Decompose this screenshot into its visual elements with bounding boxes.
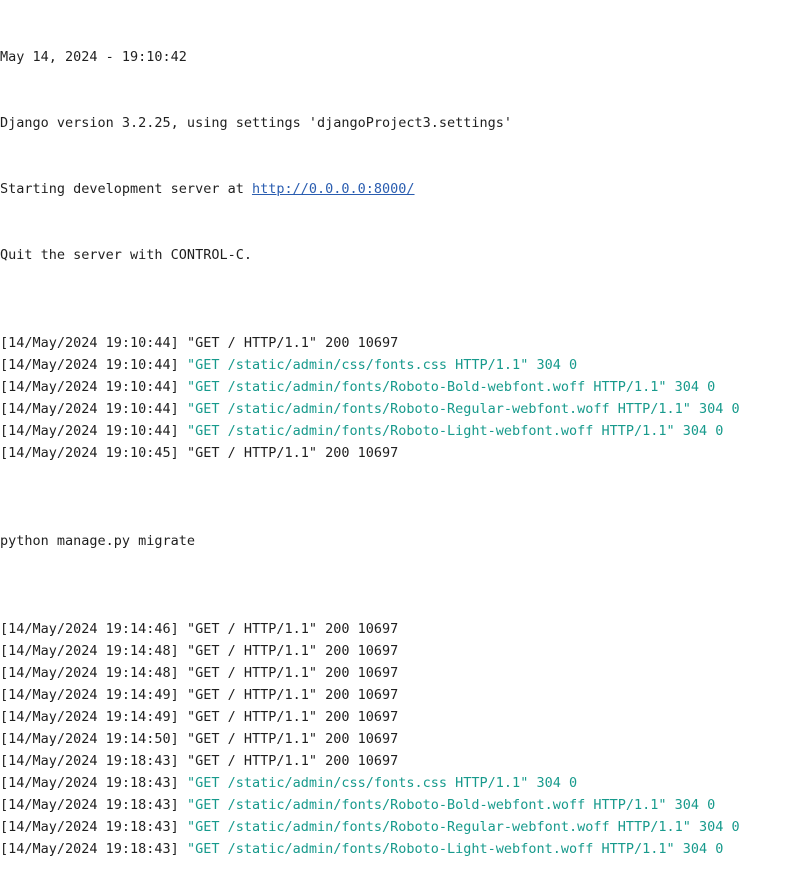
server-url-link[interactable]: http://0.0.0.0:8000/ xyxy=(252,181,415,197)
version-line: Django version 3.2.25, using settings 'd… xyxy=(0,115,513,131)
log-timestamp: [14/May/2024 19:10:44] xyxy=(0,401,179,417)
log-timestamp: [14/May/2024 19:10:45] xyxy=(0,445,179,461)
log-block-2: [14/May/2024 19:14:46] "GET / HTTP/1.1" … xyxy=(0,618,802,860)
log-line: [14/May/2024 19:18:43] "GET /static/admi… xyxy=(0,794,802,816)
log-line: [14/May/2024 19:18:43] "GET / HTTP/1.1" … xyxy=(0,750,802,772)
quit-line: Quit the server with CONTROL-C. xyxy=(0,247,252,263)
log-timestamp: [14/May/2024 19:14:48] xyxy=(0,665,179,681)
log-line: [14/May/2024 19:10:44] "GET / HTTP/1.1" … xyxy=(0,332,802,354)
log-request: "GET /static/admin/fonts/Roboto-Light-we… xyxy=(186,841,724,857)
log-line: [14/May/2024 19:10:44] "GET /static/admi… xyxy=(0,398,802,420)
log-block-1: [14/May/2024 19:10:44] "GET / HTTP/1.1" … xyxy=(0,332,802,464)
log-timestamp: [14/May/2024 19:14:49] xyxy=(0,687,179,703)
server-start-text: Starting development server at xyxy=(0,181,252,197)
command-line: python manage.py migrate xyxy=(0,533,196,549)
log-line: [14/May/2024 19:18:43] "GET /static/admi… xyxy=(0,838,802,860)
log-request: "GET / HTTP/1.1" 200 10697 xyxy=(186,731,399,747)
log-line: [14/May/2024 19:14:48] "GET / HTTP/1.1" … xyxy=(0,640,802,662)
log-timestamp: [14/May/2024 19:18:43] xyxy=(0,841,179,857)
log-line: [14/May/2024 19:10:44] "GET /static/admi… xyxy=(0,376,802,398)
log-line: [14/May/2024 19:18:43] "GET /static/admi… xyxy=(0,816,802,838)
log-line: [14/May/2024 19:14:48] "GET / HTTP/1.1" … xyxy=(0,662,802,684)
log-timestamp: [14/May/2024 19:14:50] xyxy=(0,731,179,747)
log-timestamp: [14/May/2024 19:10:44] xyxy=(0,335,179,351)
log-line: [14/May/2024 19:10:44] "GET /static/admi… xyxy=(0,354,802,376)
log-timestamp: [14/May/2024 19:10:44] xyxy=(0,357,179,373)
log-request: "GET /static/admin/fonts/Roboto-Bold-web… xyxy=(186,797,716,813)
log-request: "GET /static/admin/fonts/Roboto-Light-we… xyxy=(186,423,724,439)
log-timestamp: [14/May/2024 19:18:43] xyxy=(0,775,179,791)
log-timestamp: [14/May/2024 19:14:49] xyxy=(0,709,179,725)
log-line: [14/May/2024 19:14:49] "GET / HTTP/1.1" … xyxy=(0,706,802,728)
log-line: [14/May/2024 19:14:50] "GET / HTTP/1.1" … xyxy=(0,728,802,750)
log-request: "GET /static/admin/fonts/Roboto-Bold-web… xyxy=(186,379,716,395)
log-request: "GET / HTTP/1.1" 200 10697 xyxy=(186,621,399,637)
log-timestamp: [14/May/2024 19:14:46] xyxy=(0,621,179,637)
console-output: May 14, 2024 - 19:10:42 Django version 3… xyxy=(0,2,802,882)
log-request: "GET /static/admin/css/fonts.css HTTP/1.… xyxy=(186,775,578,791)
log-timestamp: [14/May/2024 19:18:43] xyxy=(0,797,179,813)
server-start-line: Starting development server at http://0.… xyxy=(0,178,802,200)
log-request: "GET /static/admin/fonts/Roboto-Regular-… xyxy=(186,401,740,417)
log-request: "GET /static/admin/fonts/Roboto-Regular-… xyxy=(186,819,740,835)
log-line: [14/May/2024 19:18:43] "GET /static/admi… xyxy=(0,772,802,794)
date-line: May 14, 2024 - 19:10:42 xyxy=(0,49,187,65)
log-line: [14/May/2024 19:14:46] "GET / HTTP/1.1" … xyxy=(0,618,802,640)
log-timestamp: [14/May/2024 19:14:48] xyxy=(0,643,179,659)
log-request: "GET / HTTP/1.1" 200 10697 xyxy=(186,665,399,681)
log-request: "GET /static/admin/css/fonts.css HTTP/1.… xyxy=(186,357,578,373)
log-request: "GET / HTTP/1.1" 200 10697 xyxy=(186,709,399,725)
log-request: "GET / HTTP/1.1" 200 10697 xyxy=(186,445,399,461)
log-request: "GET / HTTP/1.1" 200 10697 xyxy=(186,643,399,659)
log-request: "GET / HTTP/1.1" 200 10697 xyxy=(186,335,399,351)
log-timestamp: [14/May/2024 19:10:44] xyxy=(0,379,179,395)
log-line: [14/May/2024 19:10:44] "GET /static/admi… xyxy=(0,420,802,442)
log-line: [14/May/2024 19:14:49] "GET / HTTP/1.1" … xyxy=(0,684,802,706)
log-line: [14/May/2024 19:10:45] "GET / HTTP/1.1" … xyxy=(0,442,802,464)
log-request: "GET / HTTP/1.1" 200 10697 xyxy=(186,753,399,769)
log-timestamp: [14/May/2024 19:18:43] xyxy=(0,753,179,769)
log-timestamp: [14/May/2024 19:10:44] xyxy=(0,423,179,439)
log-request: "GET / HTTP/1.1" 200 10697 xyxy=(186,687,399,703)
log-timestamp: [14/May/2024 19:18:43] xyxy=(0,819,179,835)
